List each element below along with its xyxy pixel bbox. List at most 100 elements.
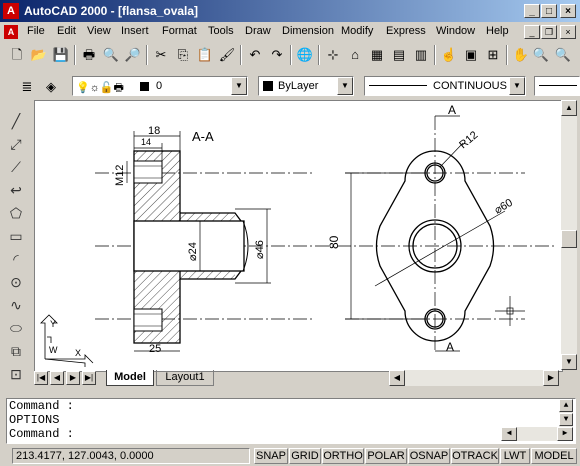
section-marker-bottom: A (446, 340, 454, 354)
redraw-icon[interactable]: ▥ (410, 44, 432, 66)
layer-name: 0 (156, 80, 163, 92)
first-tab-button[interactable]: |◀ (34, 371, 48, 385)
print-preview-icon[interactable]: 🔍 (100, 44, 122, 66)
open-icon[interactable]: 📂 (28, 44, 50, 66)
lineweight-dropdown[interactable] (534, 76, 580, 96)
lwt-toggle[interactable]: LWT (500, 448, 530, 464)
inquiry-icon[interactable]: ▤ (388, 44, 410, 66)
osnap-toggle[interactable]: OSNAP (408, 448, 450, 464)
spline-icon[interactable]: ∿ (4, 294, 28, 316)
menu-view[interactable]: View (87, 25, 111, 37)
scroll-down-button[interactable]: ▼ (561, 354, 577, 370)
design-center-icon[interactable]: ▣ (460, 44, 482, 66)
tab-layout1[interactable]: Layout1 (156, 370, 214, 386)
ellipse-icon[interactable]: ⬭ (4, 317, 28, 339)
menu-dimension[interactable]: Dimension (282, 25, 334, 37)
layer-dropdown[interactable]: 💡☼🔓🖶 0 ▼ (72, 76, 248, 96)
scroll-left-button[interactable]: ◀ (389, 370, 405, 386)
cut-icon[interactable]: ✂ (150, 44, 172, 66)
ucs-icon[interactable]: ⌂ (344, 44, 366, 66)
menu-express[interactable]: Express (386, 25, 426, 37)
command-window[interactable]: Command : OPTIONS Command : ◀ ▶ ▲ ▼ (6, 398, 576, 444)
pan-icon[interactable]: ✋ (510, 44, 532, 66)
snap-toggle[interactable]: SNAP (254, 448, 288, 464)
next-tab-button[interactable]: ▶ (66, 371, 80, 385)
scroll-right-button[interactable]: ▶ (543, 370, 559, 386)
command-input[interactable]: Command : (9, 427, 489, 441)
multiline-icon[interactable]: ↩ (4, 179, 28, 201)
otrack-toggle[interactable]: OTRACK (451, 448, 499, 464)
scroll-left-button[interactable]: ◀ (501, 427, 517, 441)
grid-toggle[interactable]: GRID (289, 448, 321, 464)
command-horizontal-scrollbar[interactable]: ◀ ▶ (501, 427, 573, 441)
menu-format[interactable]: Format (162, 25, 197, 37)
minimize-button[interactable]: _ (524, 4, 540, 18)
redo-icon[interactable]: ↷ (266, 44, 288, 66)
menu-modify[interactable]: Modify (341, 25, 373, 37)
paste-icon[interactable]: 📋 (194, 44, 216, 66)
chevron-down-icon[interactable]: ▼ (509, 77, 525, 95)
copy-icon[interactable]: ⎘ (172, 44, 194, 66)
tab-model[interactable]: Model (106, 370, 154, 386)
arc-icon[interactable]: ◜ (4, 248, 28, 270)
scroll-right-button[interactable]: ▶ (557, 427, 573, 441)
doc-restore-button[interactable]: ❐ (541, 25, 557, 39)
menu-insert[interactable]: Insert (121, 25, 149, 37)
circle-icon[interactable]: ⊙ (4, 271, 28, 293)
horizontal-scrollbar[interactable]: ◀ ▶ (389, 370, 559, 386)
model-toggle[interactable]: MODEL (531, 448, 577, 464)
find-icon[interactable]: 🔎 (122, 44, 144, 66)
menu-tools[interactable]: Tools (208, 25, 234, 37)
menu-edit[interactable]: Edit (57, 25, 76, 37)
autocad-logo-icon[interactable]: A (3, 3, 19, 19)
linetype-dropdown[interactable]: CONTINUOUS ▼ (364, 76, 526, 96)
scroll-down-button[interactable]: ▼ (559, 413, 573, 426)
maximize-button[interactable]: □ (541, 4, 557, 18)
chevron-down-icon[interactable]: ▼ (337, 77, 353, 95)
make-layer-current-icon[interactable]: ≣ (16, 76, 38, 98)
scroll-thumb[interactable] (561, 230, 577, 248)
polar-toggle[interactable]: POLAR (365, 448, 407, 464)
named-views-icon[interactable]: ▦ (366, 44, 388, 66)
internet-icon[interactable]: 🌐 (294, 44, 316, 66)
rectangle-icon[interactable]: ▭ (4, 225, 28, 247)
undo-icon[interactable]: ↶ (244, 44, 266, 66)
zoom-window-icon[interactable]: 🔍 (552, 44, 574, 66)
toolbar-separator (318, 45, 320, 65)
line-icon[interactable]: ╱ (4, 110, 28, 132)
scroll-up-button[interactable]: ▲ (561, 100, 577, 116)
purge-icon[interactable]: ⊞ (482, 44, 504, 66)
coordinate-readout: 213.4177, 127.0043, 0.0000 (12, 448, 250, 464)
match-properties-icon[interactable]: 🖌 (216, 44, 238, 66)
new-icon[interactable]: 🗋 (6, 44, 28, 66)
last-tab-button[interactable]: ▶| (82, 371, 96, 385)
menu-file[interactable]: File (27, 25, 45, 37)
doc-minimize-button[interactable]: _ (524, 25, 540, 39)
save-icon[interactable]: 💾 (50, 44, 72, 66)
doc-close-button[interactable]: × (560, 25, 576, 39)
document-icon[interactable]: A (4, 25, 18, 39)
menu-help[interactable]: Help (486, 25, 509, 37)
zoom-realtime-icon[interactable]: 🔍 (530, 44, 552, 66)
layers-icon[interactable]: ◈ (40, 76, 62, 98)
command-vertical-scrollbar[interactable]: ▲ ▼ (559, 399, 573, 427)
chevron-down-icon[interactable]: ▼ (231, 77, 247, 95)
scroll-up-button[interactable]: ▲ (559, 399, 573, 412)
insert-block-icon[interactable]: ⧉ (4, 340, 28, 362)
drawing-canvas[interactable]: 18 14 M12 ⌀24 ⌀46 25 A-A 80 R12 ⌀60 A A … (34, 100, 563, 372)
polygon-icon[interactable]: ⬠ (4, 202, 28, 224)
title-bar: A AutoCAD 2000 - [flansa_ovala] _ □ × (0, 0, 580, 22)
menu-window[interactable]: Window (436, 25, 475, 37)
properties-icon[interactable]: ☝ (438, 44, 460, 66)
print-icon[interactable]: 🖶 (78, 44, 100, 66)
color-dropdown[interactable]: ByLayer ▼ (258, 76, 354, 96)
polyline-icon[interactable]: ⟋ (4, 156, 28, 178)
vertical-scrollbar[interactable]: ▲ ▼ (561, 100, 577, 370)
close-button[interactable]: × (560, 4, 576, 18)
make-block-icon[interactable]: ⊡ (4, 363, 28, 385)
prev-tab-button[interactable]: ◀ (50, 371, 64, 385)
object-snap-icon[interactable]: ⊹ (322, 44, 344, 66)
ortho-toggle[interactable]: ORTHO (322, 448, 364, 464)
menu-draw[interactable]: Draw (245, 25, 271, 37)
construction-line-icon[interactable]: ⤢ (4, 133, 28, 155)
